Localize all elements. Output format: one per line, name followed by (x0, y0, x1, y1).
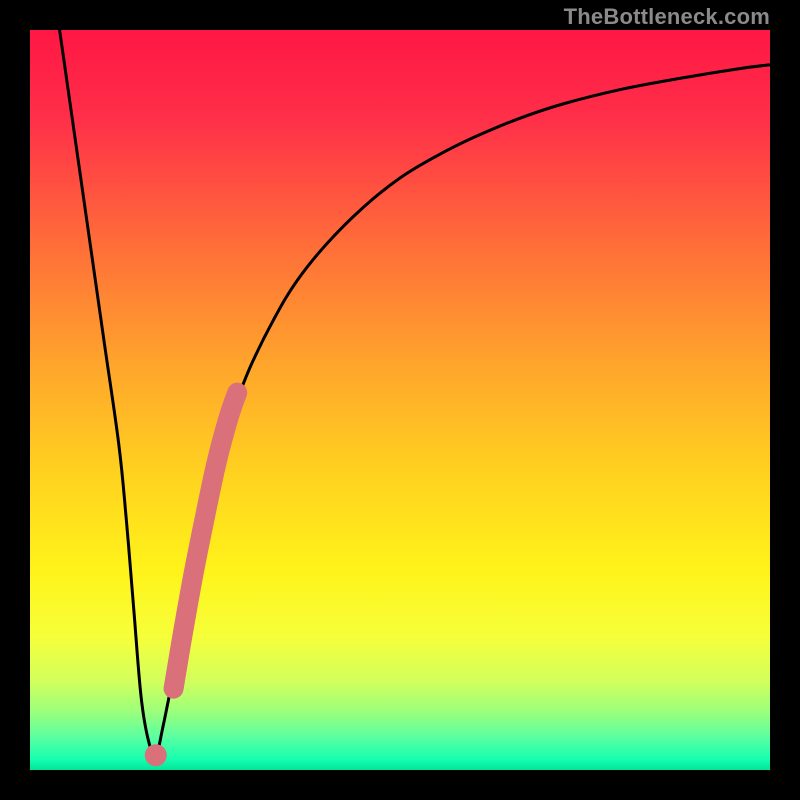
bottleneck-curve (60, 30, 770, 756)
outer-frame: TheBottleneck.com (0, 0, 800, 800)
highlight-segment-wide (174, 393, 238, 689)
watermark-text: TheBottleneck.com (564, 4, 770, 30)
curve-layer (30, 30, 770, 770)
plot-area (30, 30, 770, 770)
highlight-dot (145, 744, 167, 766)
